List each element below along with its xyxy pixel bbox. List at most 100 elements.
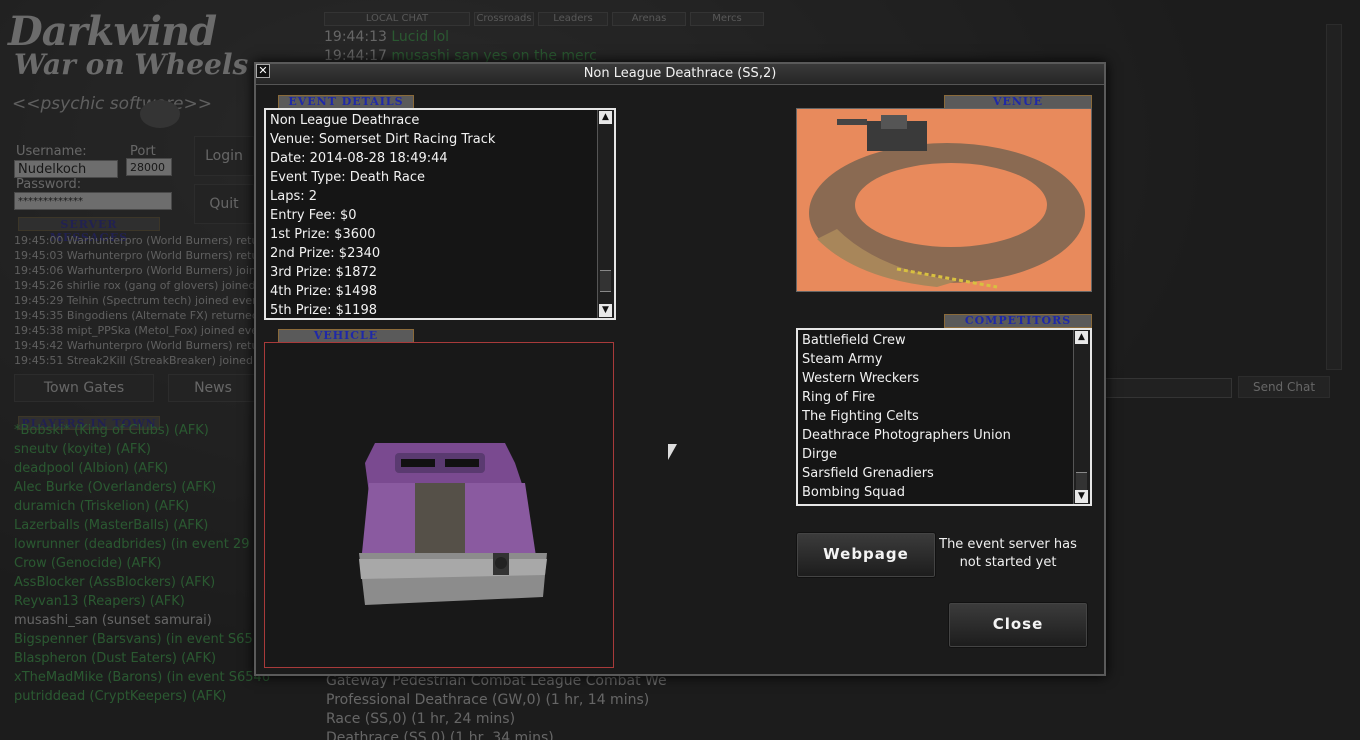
- event-server-status: The event server has not started yet: [939, 537, 1077, 570]
- detail-line: Entry Fee: $0: [270, 208, 357, 223]
- player-item[interactable]: duramich (Triskelion) (AFK): [14, 497, 284, 516]
- log-line: 19:45:29 Telhin (Spectrum tech) joined e…: [14, 294, 257, 307]
- event-details-header: EVENT DETAILS: [278, 95, 414, 109]
- player-item[interactable]: sneutv (koyite) (AFK): [14, 440, 284, 459]
- quit-button[interactable]: Quit: [194, 184, 254, 224]
- competitor-item[interactable]: Western Wreckers: [802, 369, 1070, 388]
- log-line: 19:45:03 Warhunterpro (World Burners) re…: [14, 249, 259, 262]
- port-label: Port: [130, 144, 156, 159]
- player-item[interactable]: *Bobski* (King of Clubs) (AFK): [14, 421, 284, 440]
- event-details-list: Non League Deathrace Venue: Somerset Dir…: [264, 108, 616, 320]
- log-line: 19:45:51 Streak2Kill (StreakBreaker) joi…: [14, 354, 253, 367]
- log-line: 19:45:42 Warhunterpro (World Burners) re…: [14, 339, 259, 352]
- detail-line: 3rd Prize: $1872: [270, 265, 378, 280]
- chat-text: Lucid lol: [391, 29, 450, 45]
- log-line: 19:45:00 Warhunterpro (World Burners) re…: [14, 234, 259, 247]
- event-item[interactable]: Race (SS,0) (1 hr, 24 mins): [326, 710, 666, 729]
- player-item[interactable]: xTheMadMike (Barons) (in event S6546: [14, 668, 284, 687]
- log-line: 19:45:26 shirlie rox (gang of glovers) j…: [14, 279, 256, 292]
- scroll-down-arrow-icon[interactable]: ▼: [1075, 490, 1088, 503]
- events-list: Gateway Pedestrian Combat League Combat …: [326, 672, 666, 740]
- log-line: 19:45:38 mipt_PPSka (Metol_Fox) joined e…: [14, 324, 259, 337]
- close-button[interactable]: Close: [948, 602, 1088, 648]
- tab-crossroads[interactable]: Crossroads: [474, 12, 534, 26]
- event-details-scrollbar[interactable]: ▲ ▼: [597, 110, 614, 318]
- port-field[interactable]: 28000: [126, 158, 172, 176]
- competitor-item[interactable]: The Fighting Celts: [802, 407, 1070, 426]
- competitor-item[interactable]: Bombing Squad: [802, 483, 1070, 502]
- competitors-items: Battlefield Crew Steam Army Western Wrec…: [802, 331, 1070, 502]
- competitor-item[interactable]: Battlefield Crew: [802, 331, 1070, 350]
- event-item[interactable]: Deathrace (SS,0) (1 hr, 34 mins): [326, 729, 666, 740]
- scroll-down-arrow-icon[interactable]: ▼: [599, 304, 612, 317]
- detail-line: Non League Deathrace: [270, 113, 420, 128]
- players-list: *Bobski* (King of Clubs) (AFK) sneutv (ko…: [14, 421, 284, 721]
- webpage-button[interactable]: Webpage: [796, 532, 936, 578]
- vehicle-preview: [264, 342, 614, 668]
- player-item[interactable]: Blaspheron (Dust Eaters) (AFK): [14, 649, 284, 668]
- logo-line2: War on Wheels: [14, 48, 249, 81]
- competitor-item[interactable]: Ring of Fire: [802, 388, 1070, 407]
- detail-line: Laps: 2: [270, 189, 318, 204]
- vehicle-car-illustration: [359, 443, 547, 605]
- scroll-thumb[interactable]: [600, 270, 611, 292]
- event-item[interactable]: Professional Deathrace (GW,0) (1 hr, 14 …: [326, 691, 666, 710]
- chat-timestamp: 19:44:13: [324, 29, 387, 45]
- player-item[interactable]: Reyvan13 (Reapers) (AFK): [14, 592, 284, 611]
- player-item[interactable]: AssBlocker (AssBlockers) (AFK): [14, 573, 284, 592]
- scroll-up-arrow-icon[interactable]: ▲: [599, 111, 612, 124]
- event-dialog: Non League Deathrace (SS,2) ✕ EVENT DETA…: [254, 62, 1106, 676]
- steam-icon: [140, 100, 180, 128]
- username-label: Username:: [16, 144, 87, 159]
- venue-track-illustration: [809, 115, 1085, 289]
- detail-line: Venue: Somerset Dirt Racing Track: [270, 132, 496, 147]
- player-item[interactable]: Lazerballs (MasterBalls) (AFK): [14, 516, 284, 535]
- chat-scrollbar[interactable]: [1326, 24, 1342, 370]
- close-x-button[interactable]: ✕: [256, 64, 270, 78]
- detail-line: Date: 2014-08-28 18:49:44: [270, 151, 448, 166]
- detail-line: 2nd Prize: $2340: [270, 246, 381, 261]
- competitors-scrollbar[interactable]: ▲ ▼: [1073, 330, 1090, 504]
- vehicle-preview-header: VEHICLE PREVIEW: [278, 329, 414, 354]
- password-label: Password:: [16, 177, 82, 192]
- log-line: 19:45:06 Warhunterpro (World Burners) jo…: [14, 264, 260, 277]
- tab-mercs[interactable]: Mercs: [690, 12, 764, 26]
- competitor-item[interactable]: Sarsfield Grenadiers: [802, 464, 1070, 483]
- venue-image: [796, 108, 1092, 292]
- publisher-logo: <<psychic software>>: [12, 94, 212, 114]
- player-item[interactable]: lowrunner (deadbrides) (in event 29: [14, 535, 284, 554]
- chat-input[interactable]: [1104, 378, 1232, 398]
- detail-line: 5th Prize: $1198: [270, 303, 377, 318]
- login-button[interactable]: Login: [194, 136, 254, 176]
- password-field[interactable]: *************: [14, 192, 172, 210]
- scroll-up-arrow-icon[interactable]: ▲: [1075, 331, 1088, 344]
- detail-line: Event Type: Death Race: [270, 170, 426, 185]
- dialog-titlebar: Non League Deathrace (SS,2) ✕: [256, 64, 1104, 85]
- news-button[interactable]: News: [168, 374, 258, 402]
- send-chat-button[interactable]: Send Chat: [1238, 376, 1330, 398]
- competitor-item[interactable]: Dirge: [802, 445, 1070, 464]
- username-field[interactable]: Nudelkoch: [14, 160, 118, 178]
- detail-line: 4th Prize: $1498: [270, 284, 377, 299]
- town-gates-button[interactable]: Town Gates: [14, 374, 154, 402]
- competitor-item[interactable]: Deathrace Photographers Union: [802, 426, 1070, 445]
- tab-local-chat[interactable]: LOCAL CHAT: [324, 12, 470, 26]
- server-messages-header: SERVER MESSAGES: [18, 217, 160, 244]
- competitor-item[interactable]: Steam Army: [802, 350, 1070, 369]
- tab-leaders[interactable]: Leaders: [538, 12, 608, 26]
- chat-line: 19:44:13 Lucid lol: [324, 28, 1024, 47]
- event-details-items: Non League Deathrace Venue: Somerset Dir…: [270, 111, 594, 318]
- competitors-list: Battlefield Crew Steam Army Western Wrec…: [796, 328, 1092, 506]
- player-item[interactable]: deadpool (Albion) (AFK): [14, 459, 284, 478]
- tab-arenas[interactable]: Arenas: [612, 12, 686, 26]
- dialog-title: Non League Deathrace (SS,2): [583, 66, 777, 81]
- player-item[interactable]: Bigspenner (Barsvans) (in event S65: [14, 630, 284, 649]
- player-item[interactable]: Alec Burke (Overlanders) (AFK): [14, 478, 284, 497]
- chat-tabs: LOCAL CHAT Crossroads Leaders Arenas Mer…: [324, 12, 764, 26]
- player-item[interactable]: musashi_san (sunset samurai): [14, 611, 284, 630]
- server-messages-log: 19:45:00 Warhunterpro (World Burners) re…: [14, 233, 260, 369]
- log-line: 19:45:35 Bingodiens (Alternate FX) retur…: [14, 309, 259, 322]
- player-item[interactable]: putriddead (CryptKeepers) (AFK): [14, 687, 284, 706]
- competitors-header: COMPETITORS: [944, 314, 1092, 328]
- player-item[interactable]: Crow (Genocide) (AFK): [14, 554, 284, 573]
